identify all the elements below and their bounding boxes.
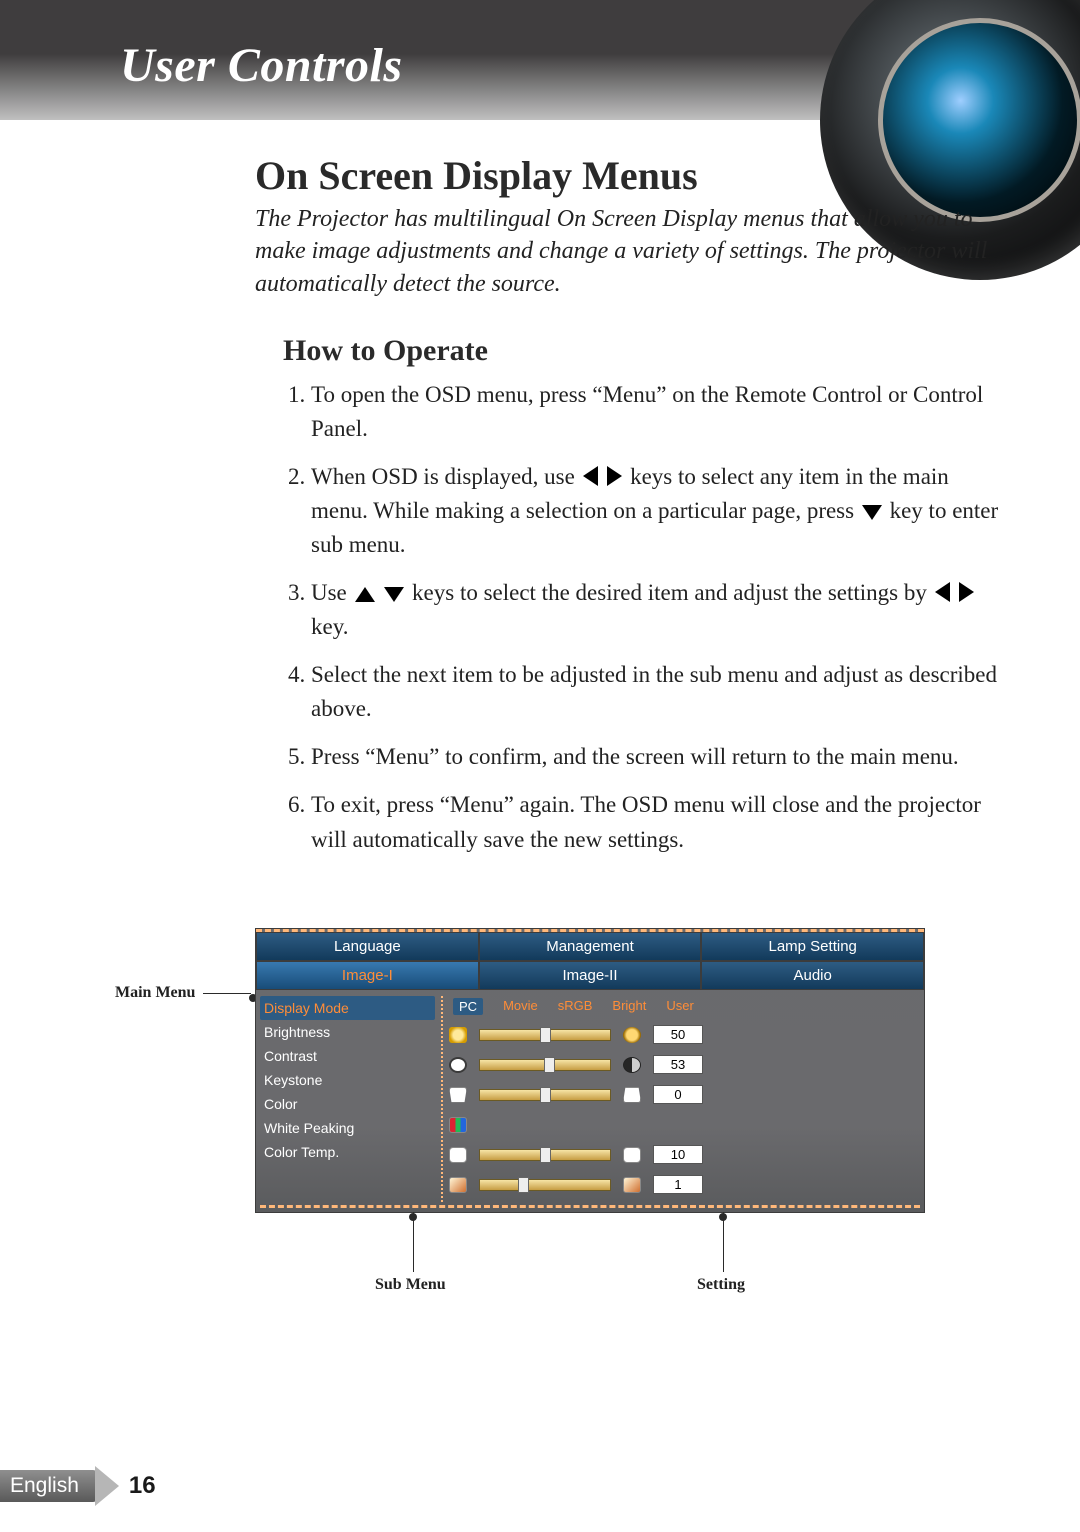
label-sub-menu-text: Sub Menu — [375, 1276, 446, 1293]
step-2: When OSD is displayed, use keys to selec… — [311, 460, 1000, 562]
osd-setting-row: 10 — [449, 1142, 920, 1167]
label-setting: Setting — [697, 1276, 745, 1294]
step-3-text-b: keys to select the desired item and adju… — [412, 580, 933, 605]
header-title: User Controls — [120, 38, 403, 93]
arrow-right-icon — [959, 582, 974, 602]
step-1: To open the OSD menu, press “Menu” on th… — [311, 378, 1000, 446]
osd-tab-top: Management — [479, 932, 702, 961]
osd-setting-row — [449, 1112, 920, 1137]
step-4-text: Select the next item to be adjusted in t… — [311, 662, 997, 721]
osd-slider — [479, 1089, 611, 1101]
key1-icon — [449, 1087, 467, 1103]
chevron-right-icon — [95, 1466, 119, 1506]
osd-tabs-top: LanguageManagementLamp Setting — [256, 929, 924, 961]
osd-submenu-item: Brightness — [260, 1020, 435, 1044]
osd-panel: LanguageManagementLamp Setting Image-IIm… — [255, 928, 925, 1213]
minidot-icon — [623, 1027, 641, 1043]
osd-settings-list: 50 53 0 10 1 — [449, 1022, 920, 1197]
osd-tab-bottom: Image-II — [479, 961, 702, 990]
osd-setting-value: 0 — [653, 1085, 703, 1104]
step-5: Press “Menu” to confirm, and the screen … — [311, 740, 1000, 774]
osd-dashed-bottom — [260, 1205, 920, 1208]
wp-icon — [623, 1147, 641, 1163]
osd-slider — [479, 1179, 611, 1191]
arrow-right-icon — [607, 466, 622, 486]
osd-display-mode: PC — [453, 998, 483, 1015]
section-intro: The Projector has multilingual On Screen… — [255, 203, 1000, 300]
arrow-up-icon — [355, 587, 375, 602]
callout-dot — [409, 1208, 417, 1226]
page-header: User Controls — [0, 0, 1080, 120]
section-title: On Screen Display Menus — [255, 152, 1000, 199]
label-main-menu: Main Menu — [115, 984, 195, 1002]
osd-slider — [479, 1059, 611, 1071]
osd-tab-bottom: Image-I — [256, 961, 479, 990]
circ-icon — [449, 1057, 467, 1073]
osd-submenu: Display ModeBrightnessContrastKeystoneCo… — [260, 996, 443, 1202]
osd-submenu-item: Color Temp. — [260, 1140, 435, 1164]
osd-tab-top: Lamp Setting — [701, 932, 924, 961]
ct-icon — [449, 1177, 467, 1193]
osd-submenu-item: Contrast — [260, 1044, 435, 1068]
osd-submenu-item: Display Mode — [260, 996, 435, 1020]
osd-settings-pane: PC Movie sRGB Bright User 50 53 0 10 1 — [443, 996, 920, 1202]
osd-setting-row: 1 — [449, 1172, 920, 1197]
step-3-text-a: Use — [311, 580, 353, 605]
osd-setting-row: 50 — [449, 1022, 920, 1047]
footer-language: English — [0, 1470, 97, 1502]
steps-list: To open the OSD menu, press “Menu” on th… — [283, 378, 1000, 856]
osd-setting-row: 53 — [449, 1052, 920, 1077]
step-3-text-c: key. — [311, 614, 348, 639]
osd-tabs-bottom: Image-IImage-IIAudio — [256, 961, 924, 990]
step-2-text-a: When OSD is displayed, use — [311, 464, 581, 489]
osd-setting-value: 53 — [653, 1055, 703, 1074]
osd-submenu-item: Color — [260, 1092, 435, 1116]
step-6-text: To exit, press “Menu” again. The OSD men… — [311, 792, 981, 851]
osd-submenu-item: Keystone — [260, 1068, 435, 1092]
osd-body: Display ModeBrightnessContrastKeystoneCo… — [256, 990, 924, 1212]
osd-setting-value: 1 — [653, 1175, 703, 1194]
osd-setting-value: 10 — [653, 1145, 703, 1164]
osd-slider — [479, 1029, 611, 1041]
osd-setting-value: 50 — [653, 1025, 703, 1044]
content-area: On Screen Display Menus The Projector ha… — [255, 152, 1000, 871]
step-3: Use keys to select the desired item and … — [311, 576, 1000, 644]
label-setting-text: Setting — [697, 1276, 745, 1293]
osd-submenu-item: White Peaking — [260, 1116, 435, 1140]
wp-icon — [449, 1147, 467, 1163]
step-1-text: To open the OSD menu, press “Menu” on th… — [311, 382, 983, 441]
halfc-icon — [623, 1057, 641, 1073]
step-6: To exit, press “Menu” again. The OSD men… — [311, 788, 1000, 856]
osd-slider — [479, 1149, 611, 1161]
osd-display-mode: sRGB — [558, 998, 593, 1015]
callout-line — [203, 993, 251, 994]
footer-page-number: 16 — [129, 1472, 156, 1500]
page-footer: English 16 — [0, 1466, 156, 1506]
osd-tab-bottom: Audio — [701, 961, 924, 990]
osd-display-mode: User — [666, 998, 693, 1015]
section-subtitle: How to Operate — [283, 334, 1000, 368]
ct-icon — [623, 1177, 641, 1193]
label-main-menu-text: Main Menu — [115, 984, 195, 1001]
step-5-text: Press “Menu” to confirm, and the screen … — [311, 744, 959, 769]
key2-icon — [623, 1087, 641, 1103]
osd-display-mode: Movie — [503, 998, 538, 1015]
callout-dot — [719, 1208, 727, 1226]
osd-tab-top: Language — [256, 932, 479, 961]
arrow-down-icon — [862, 505, 882, 520]
rgb-icon — [449, 1117, 467, 1133]
sun-icon — [449, 1027, 467, 1043]
arrow-down-icon — [384, 587, 404, 602]
label-sub-menu: Sub Menu — [375, 1276, 446, 1294]
osd-display-mode: Bright — [612, 998, 646, 1015]
osd-setting-row: 0 — [449, 1082, 920, 1107]
osd-display-modes: PC Movie sRGB Bright User — [449, 996, 920, 1022]
arrow-left-icon — [583, 466, 598, 486]
arrow-left-icon — [935, 582, 950, 602]
osd-figure: Main Menu LanguageManagementLamp Setting… — [255, 928, 925, 1213]
step-4: Select the next item to be adjusted in t… — [311, 658, 1000, 726]
